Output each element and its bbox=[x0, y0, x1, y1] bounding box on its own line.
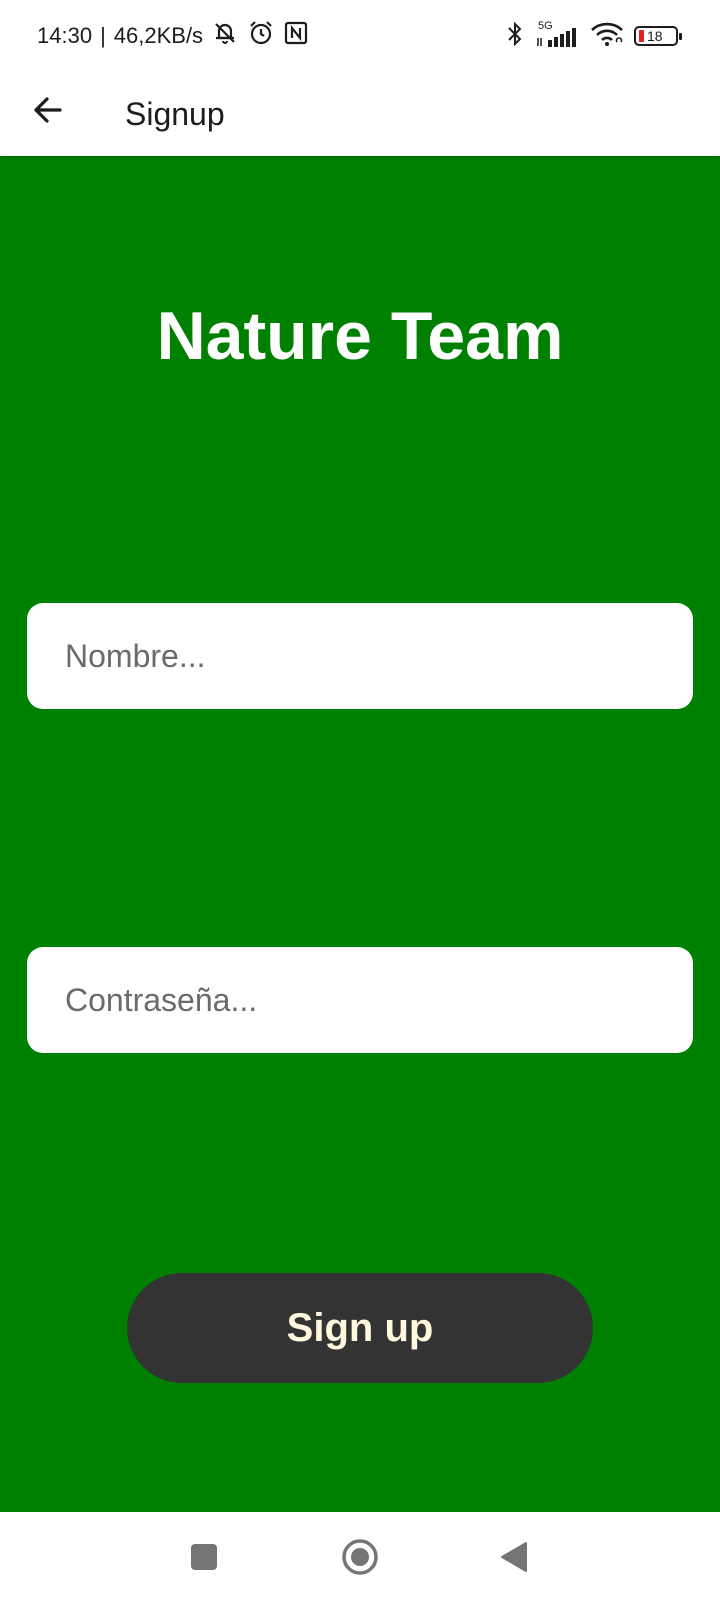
status-left: 14:30 | 46,2KB/s bbox=[37, 20, 309, 52]
status-separator: | bbox=[100, 23, 106, 48]
password-field[interactable] bbox=[27, 947, 693, 1053]
status-bar: 14:30 | 46,2KB/s 5G 18 bbox=[0, 0, 720, 70]
name-field[interactable] bbox=[27, 603, 693, 709]
circle-home-icon bbox=[342, 1539, 378, 1575]
square-icon bbox=[191, 1544, 217, 1570]
battery-level: 18 bbox=[647, 28, 663, 44]
triangle-back-icon bbox=[501, 1542, 527, 1572]
status-time: 14:30 bbox=[37, 23, 93, 48]
status-right: 5G 18 bbox=[506, 20, 682, 53]
nfc-icon bbox=[283, 20, 309, 52]
muted-bell-icon bbox=[211, 19, 239, 53]
battery-icon: 18 bbox=[634, 26, 682, 46]
network-speed: 46,2KB/s bbox=[113, 23, 204, 48]
alarm-icon bbox=[247, 19, 275, 53]
page-title: Signup bbox=[125, 96, 225, 132]
recent-apps-button[interactable] bbox=[177, 1530, 231, 1584]
system-nav-bar bbox=[0, 1512, 720, 1600]
battery-nub bbox=[679, 33, 682, 40]
nav-back-button[interactable] bbox=[487, 1530, 541, 1584]
bluetooth-icon bbox=[506, 21, 524, 52]
app-bar: Signup bbox=[0, 70, 720, 156]
cellular-signal-icon: 5G bbox=[534, 20, 580, 50]
wifi-icon bbox=[590, 20, 624, 53]
signup-button[interactable]: Sign up bbox=[127, 1273, 593, 1383]
brand-title: Nature Team bbox=[156, 298, 564, 374]
arrow-left-icon bbox=[34, 97, 62, 123]
home-button[interactable] bbox=[333, 1530, 387, 1584]
battery-fill bbox=[639, 30, 644, 42]
signup-form: Nature Team Sign up bbox=[0, 156, 720, 1512]
back-button[interactable] bbox=[22, 84, 74, 136]
